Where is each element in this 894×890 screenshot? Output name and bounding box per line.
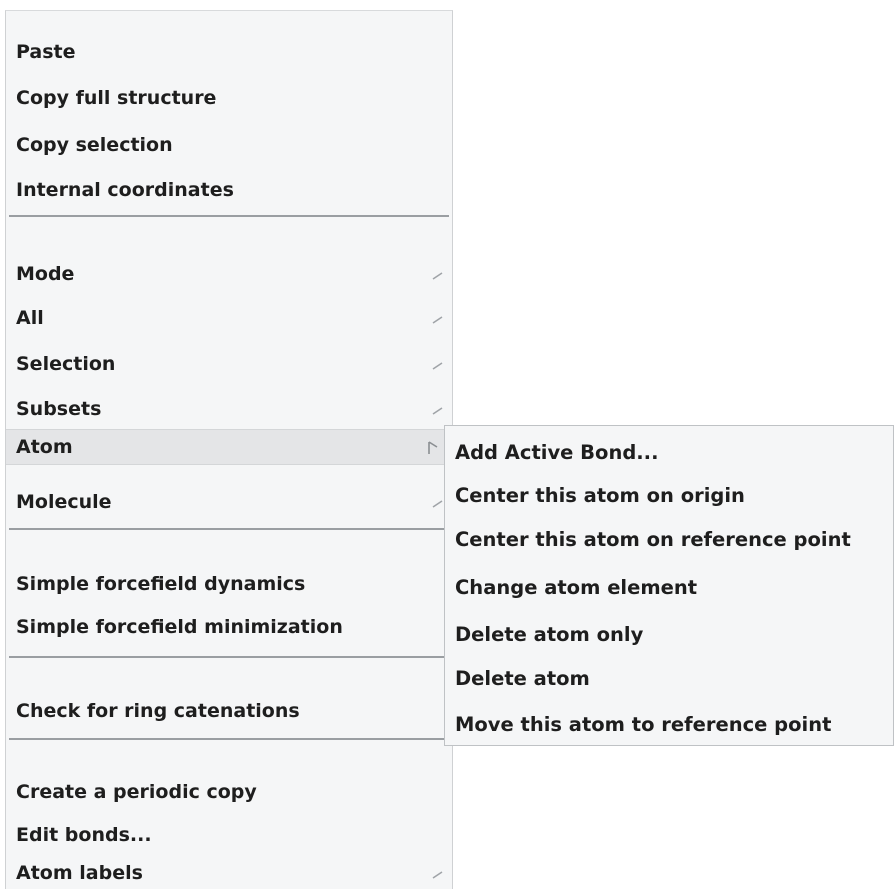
- menu-item-atom-labels[interactable]: Atom labels: [6, 856, 452, 890]
- menu-item-label: Selection: [16, 353, 116, 375]
- menu-item-paste[interactable]: Paste: [6, 35, 452, 69]
- submenu-item-delete-atom[interactable]: Delete atom: [445, 662, 893, 696]
- menu-item-atom[interactable]: Atom: [6, 429, 452, 465]
- menu-item-label: Simple forcefield minimization: [16, 616, 343, 638]
- menu-item-selection[interactable]: Selection: [6, 347, 452, 381]
- menu-item-internal-coordinates[interactable]: Internal coordinates: [6, 173, 452, 207]
- menu-item-mode[interactable]: Mode: [6, 257, 452, 291]
- menu-item-molecule[interactable]: Molecule: [6, 485, 452, 519]
- menu-item-label: Internal coordinates: [16, 179, 234, 201]
- menu-item-label: Check for ring catenations: [16, 700, 300, 722]
- menu-item-label: Delete atom: [455, 667, 590, 690]
- submenu-arrow-icon: [428, 430, 442, 464]
- menu-item-label: Atom: [16, 436, 73, 458]
- menu-item-all[interactable]: All: [6, 301, 452, 335]
- menu-item-label: Add Active Bond...: [455, 441, 659, 464]
- menu-item-label: Create a periodic copy: [16, 781, 257, 803]
- menu-item-label: Atom labels: [16, 862, 143, 884]
- menu-item-subsets[interactable]: Subsets: [6, 392, 452, 426]
- submenu-item-change-atom-element[interactable]: Change atom element: [445, 571, 893, 605]
- menu-item-label: Subsets: [16, 398, 102, 420]
- menu-item-label: Mode: [16, 263, 75, 285]
- menu-item-label: Center this atom on reference point: [455, 528, 851, 551]
- submenu-item-center-atom-reference-point[interactable]: Center this atom on reference point: [445, 523, 893, 557]
- menu-item-create-periodic-copy[interactable]: Create a periodic copy: [6, 775, 452, 809]
- menu-separator: [9, 656, 449, 658]
- menu-separator: [9, 215, 449, 217]
- menu-item-simple-forcefield-dynamics[interactable]: Simple forcefield dynamics: [6, 567, 452, 601]
- submenu-arrow-icon: [432, 347, 446, 381]
- submenu-arrow-icon: [432, 257, 446, 291]
- context-menu: Paste Copy full structure Copy selection…: [5, 10, 453, 889]
- submenu-item-move-atom-reference-point[interactable]: Move this atom to reference point: [445, 708, 893, 742]
- menu-item-copy-selection[interactable]: Copy selection: [6, 128, 452, 162]
- submenu-arrow-icon: [432, 392, 446, 426]
- menu-item-label: Move this atom to reference point: [455, 713, 832, 736]
- menu-item-label: Change atom element: [455, 576, 698, 599]
- menu-item-edit-bonds[interactable]: Edit bonds...: [6, 818, 452, 852]
- submenu-item-delete-atom-only[interactable]: Delete atom only: [445, 618, 893, 652]
- menu-item-simple-forcefield-minimization[interactable]: Simple forcefield minimization: [6, 610, 452, 644]
- menu-item-label: Edit bonds...: [16, 824, 152, 846]
- menu-item-label: Copy selection: [16, 134, 173, 156]
- menu-item-label: All: [16, 307, 44, 329]
- menu-item-label: Delete atom only: [455, 623, 644, 646]
- menu-item-copy-full-structure[interactable]: Copy full structure: [6, 81, 452, 115]
- submenu-item-add-active-bond[interactable]: Add Active Bond...: [445, 436, 893, 470]
- menu-item-label: Paste: [16, 41, 76, 63]
- atom-submenu: Add Active Bond... Center this atom on o…: [444, 425, 894, 746]
- submenu-arrow-icon: [432, 301, 446, 335]
- menu-item-check-ring-catenations[interactable]: Check for ring catenations: [6, 694, 452, 728]
- menu-item-label: Center this atom on origin: [455, 484, 745, 507]
- menu-item-label: Copy full structure: [16, 87, 217, 109]
- menu-separator: [9, 738, 449, 740]
- menu-item-label: Molecule: [16, 491, 112, 513]
- menu-item-label: Simple forcefield dynamics: [16, 573, 306, 595]
- menu-separator: [9, 528, 449, 530]
- submenu-item-center-atom-origin[interactable]: Center this atom on origin: [445, 479, 893, 513]
- submenu-arrow-icon: [432, 856, 446, 890]
